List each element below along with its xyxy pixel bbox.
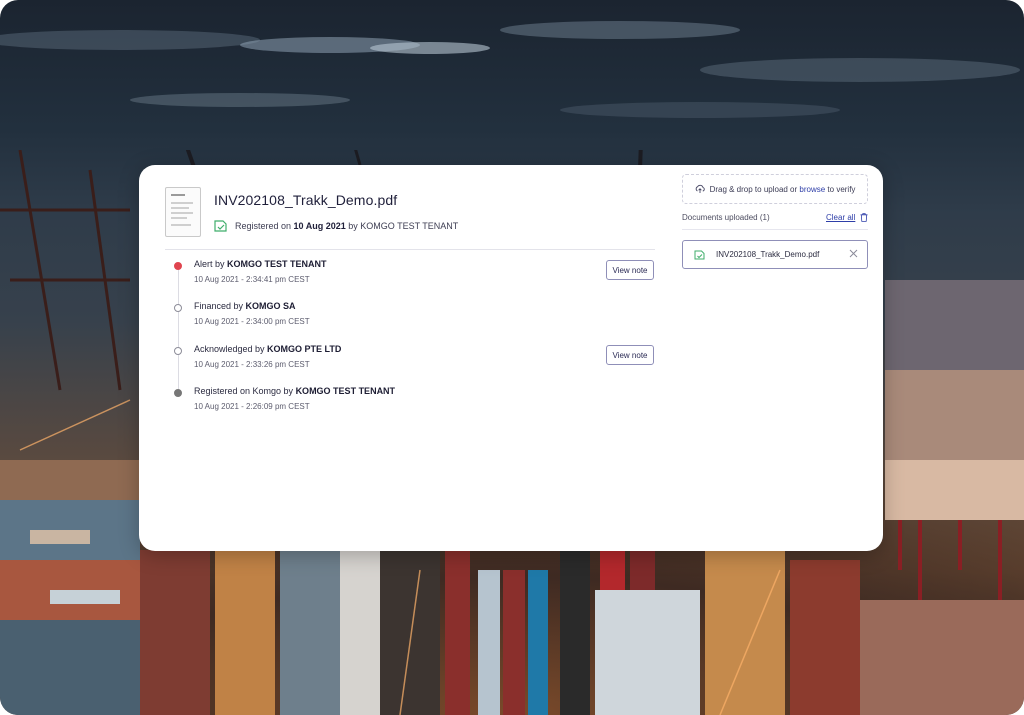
- event-title: Registered on Komgo by KOMGO TEST TENANT: [194, 386, 396, 396]
- upload-icon: [695, 184, 705, 193]
- sky-clouds: [0, 21, 1020, 118]
- upload-drop-zone[interactable]: Drag & drop to upload or browse to verif…: [682, 174, 868, 204]
- port-background-photo: INV202108_Trakk_Demo.pdf Registered on 1…: [0, 0, 1024, 715]
- documents-uploaded-count: Documents uploaded (1): [682, 213, 770, 222]
- view-note-button[interactable]: View note: [606, 260, 654, 280]
- header-divider: [165, 249, 655, 250]
- uploaded-file-name: INV202108_Trakk_Demo.pdf: [716, 250, 820, 259]
- timeline-item: Acknowledged by KOMGO PTE LTD 10 Aug 202…: [174, 342, 659, 376]
- status-dot: [174, 347, 182, 355]
- event-timestamp: 10 Aug 2021 - 2:26:09 pm CEST: [194, 402, 310, 411]
- documents-divider: [682, 229, 868, 230]
- document-thumbnail[interactable]: [165, 187, 201, 237]
- browse-link[interactable]: browse: [799, 185, 825, 194]
- event-title: Acknowledged by KOMGO PTE LTD: [194, 344, 342, 354]
- event-timestamp: 10 Aug 2021 - 2:34:00 pm CEST: [194, 317, 310, 326]
- view-note-button[interactable]: View note: [606, 345, 654, 365]
- timeline-item: Financed by KOMGO SA 10 Aug 2021 - 2:34:…: [174, 299, 659, 333]
- event-title: Alert by KOMGO TEST TENANT: [194, 259, 327, 269]
- registered-file-icon: [214, 220, 227, 232]
- document-verification-card: INV202108_Trakk_Demo.pdf Registered on 1…: [139, 165, 883, 551]
- close-icon[interactable]: [849, 249, 858, 258]
- timeline-item: Alert by KOMGO TEST TENANT 10 Aug 2021 -…: [174, 257, 659, 291]
- document-title: INV202108_Trakk_Demo.pdf: [214, 192, 398, 208]
- status-dot: [174, 304, 182, 312]
- clear-all-link[interactable]: Clear all: [826, 213, 868, 222]
- verified-file-icon: [694, 250, 705, 259]
- registered-by: KOMGO TEST TENANT: [360, 221, 459, 231]
- timeline-item: Registered on Komgo by KOMGO TEST TENANT…: [174, 384, 659, 418]
- registration-summary: Registered on 10 Aug 2021 by KOMGO TEST …: [214, 219, 458, 233]
- uploaded-file-chip[interactable]: INV202108_Trakk_Demo.pdf: [682, 240, 868, 269]
- registered-date: 10 Aug 2021: [293, 221, 346, 231]
- event-timestamp: 10 Aug 2021 - 2:34:41 pm CEST: [194, 275, 310, 284]
- alert-status-dot: [174, 262, 182, 270]
- trash-icon[interactable]: [860, 213, 868, 222]
- event-timestamp: 10 Aug 2021 - 2:33:26 pm CEST: [194, 360, 310, 369]
- registered-status-dot: [174, 389, 182, 397]
- event-title: Financed by KOMGO SA: [194, 301, 296, 311]
